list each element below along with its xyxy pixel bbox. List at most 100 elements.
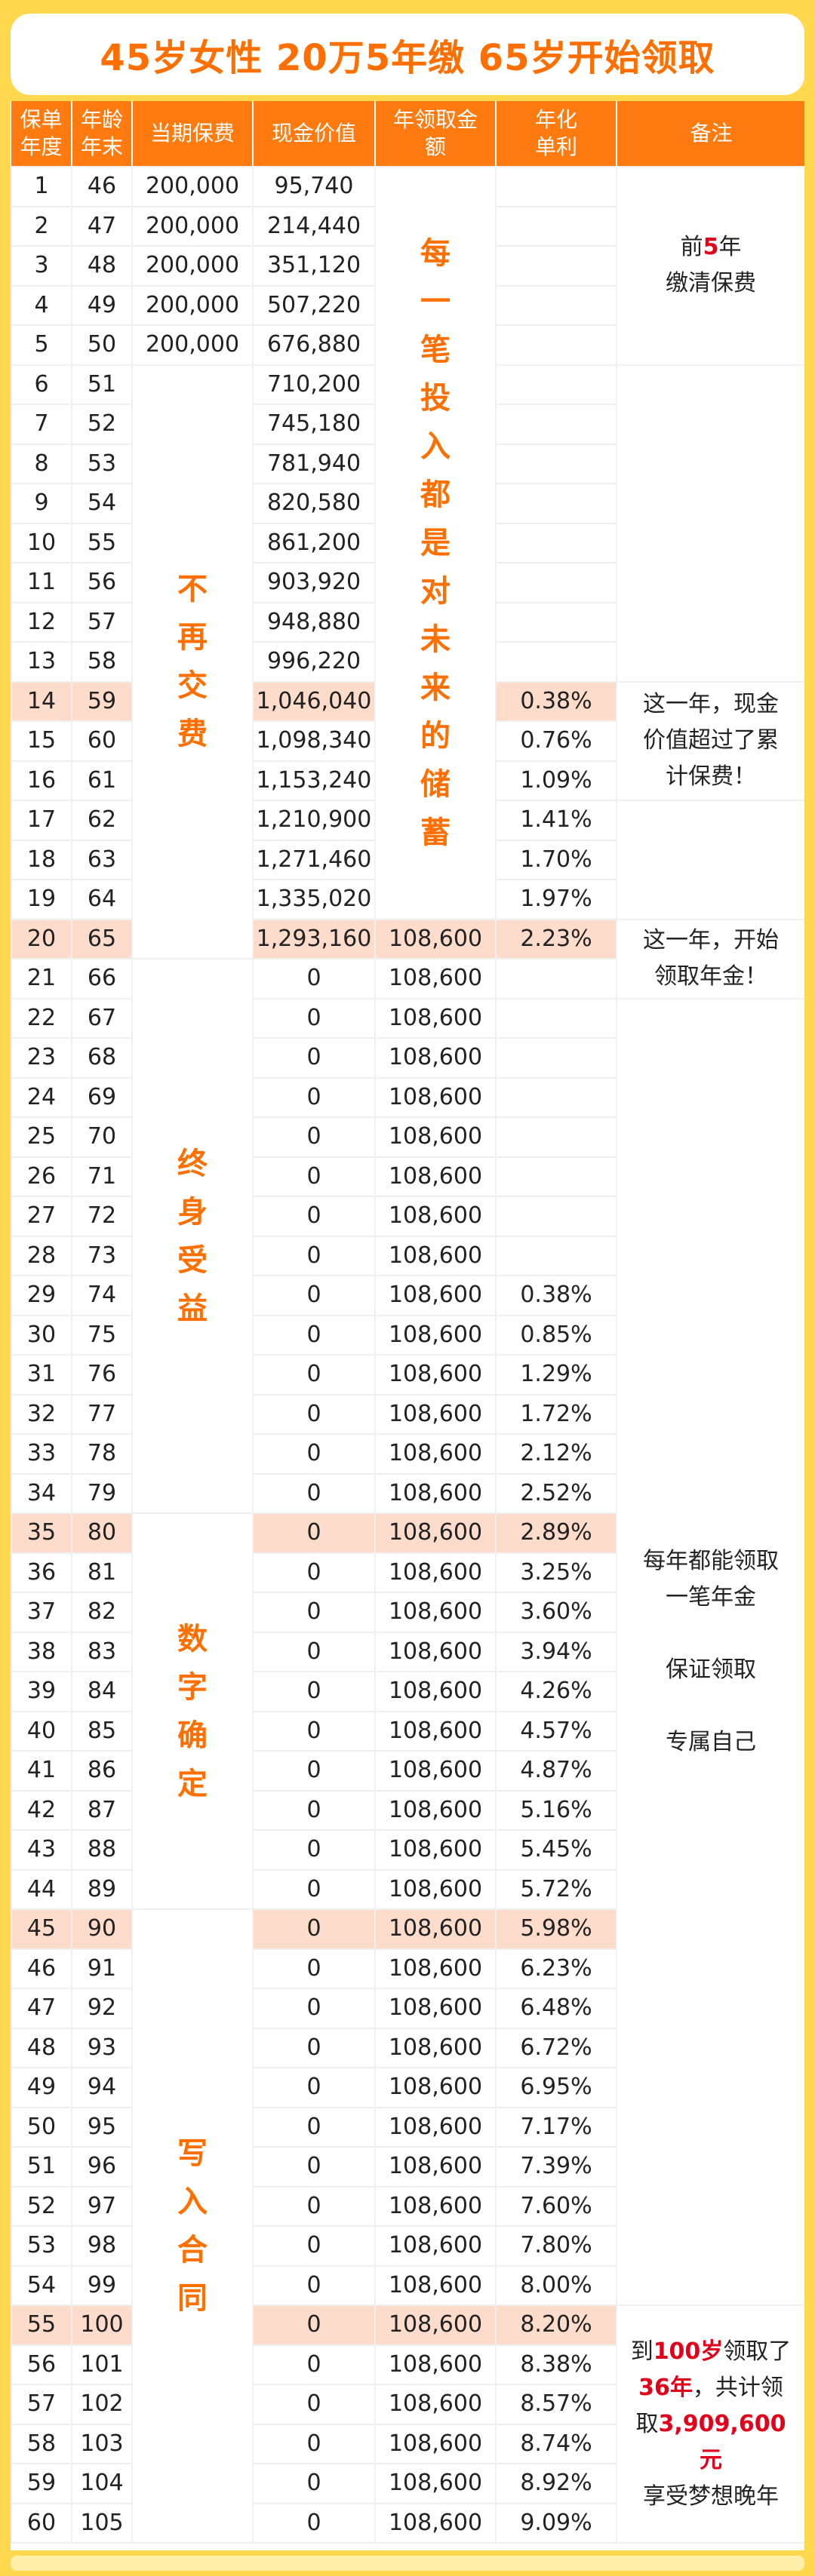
policy-year-cell: 4 [11,284,72,326]
annual-rate-cell: 7.39% [495,2146,617,2188]
cash-value-cell: 0 [252,1868,376,1910]
cash-value-cell: 0 [252,1829,376,1871]
annual-rate-cell: 3.60% [495,1592,617,1633]
policy-year-cell: 59 [11,2463,72,2504]
policy-year-cell: 2 [11,205,72,247]
age-cell: 56 [71,562,133,603]
annual-rate-cell: 1.97% [495,879,617,920]
age-cell: 92 [71,1988,133,2029]
age-cell: 49 [71,284,133,326]
policy-year-cell: 37 [11,1592,72,1633]
annual-payout-cell: 108,600 [374,1156,497,1197]
age-cell: 52 [71,404,133,445]
annual-rate-cell [495,284,617,326]
column-header-0: 保单 年度 [11,101,72,167]
cash-value-cell: 0 [252,1988,376,2029]
annual-payout-cell: 108,600 [374,2067,497,2108]
annual-payout-cell: 108,600 [374,1868,497,1910]
annual-rate-cell [495,205,617,247]
annual-payout-cell: 108,600 [374,918,497,959]
age-cell: 57 [71,601,133,643]
cash-value-cell: 903,920 [252,562,376,603]
age-cell: 67 [71,997,133,1039]
age-cell: 75 [71,1314,133,1356]
annual-payout-cell: 108,600 [374,1354,497,1395]
policy-year-cell: 29 [11,1275,72,1316]
age-cell: 81 [71,1552,133,1593]
column-header-1: 年龄 年末 [72,101,133,167]
note-cell [616,800,804,920]
age-cell: 68 [71,1037,133,1079]
cash-value-cell: 0 [252,1671,376,1712]
age-cell: 58 [71,641,133,683]
policy-year-cell: 48 [11,2027,72,2068]
age-cell: 74 [71,1275,133,1316]
annual-rate-cell: 6.48% [495,1988,617,2029]
age-cell: 104 [71,2463,133,2504]
policy-year-cell: 60 [11,2502,72,2544]
cash-value-cell: 0 [252,1552,376,1593]
annual-payout-cell: 108,600 [374,1671,497,1712]
age-cell: 99 [71,2264,133,2306]
policy-year-cell: 46 [11,1948,72,1989]
cash-value-cell: 0 [252,1710,376,1752]
policy-year-cell: 41 [11,1750,72,1792]
cash-value-cell: 0 [252,958,376,999]
age-cell: 65 [71,918,133,959]
cash-value-cell: 1,335,020 [252,879,376,920]
annual-payout-cell: 108,600 [374,2423,497,2464]
annual-rate-cell [495,601,617,643]
cash-value-cell: 214,440 [252,205,376,247]
age-cell: 50 [71,324,133,366]
annual-payout-cell: 108,600 [374,997,497,1039]
annual-rate-cell [495,1235,617,1276]
annual-rate-cell: 7.60% [495,2185,617,2227]
age-cell: 93 [71,2027,133,2068]
age-cell: 103 [71,2423,133,2464]
age-cell: 69 [71,1076,133,1118]
annual-rate-cell: 1.70% [495,839,617,880]
age-cell: 87 [71,1789,133,1831]
cash-value-cell: 0 [252,1116,376,1158]
policy-year-cell: 50 [11,2106,72,2148]
policy-year-cell: 30 [11,1314,72,1356]
age-cell: 55 [71,522,133,563]
annual-rate-cell: 6.23% [495,1948,617,1989]
cash-value-cell: 0 [252,1393,376,1435]
cash-value-cell: 0 [252,1275,376,1316]
age-cell: 51 [71,364,133,405]
policy-year-cell: 53 [11,2225,72,2267]
note-cell: 这一年，开始 领取年金！ [616,918,804,999]
policy-year-cell: 6 [11,364,72,405]
age-cell: 59 [71,680,133,722]
annual-payout-cell: 108,600 [374,2146,497,2188]
age-cell: 73 [71,1235,133,1276]
policy-year-cell: 38 [11,1631,72,1672]
cash-value-cell: 0 [252,1196,376,1237]
premium-group-label: 终身受益 [131,958,254,1514]
annual-rate-cell: 0.38% [495,1275,617,1316]
cash-value-cell: 0 [252,1750,376,1792]
cash-value-cell: 0 [252,2304,376,2346]
annual-payout-cell: 108,600 [374,1552,497,1593]
age-cell: 66 [71,958,133,999]
cash-value-cell: 0 [252,2027,376,2068]
policy-year-cell: 45 [11,1908,72,1950]
annual-rate-cell [495,1037,617,1079]
premium-cell: 200,000 [131,324,254,366]
note-cell: 这一年，现金 价值超过了累 计保费！ [616,680,804,801]
cash-value-cell: 861,200 [252,522,376,563]
annual-rate-cell [495,1196,617,1237]
policy-year-cell: 55 [11,2304,72,2346]
annual-rate-cell: 2.12% [495,1433,617,1475]
cash-value-cell: 0 [252,1433,376,1475]
policy-year-cell: 11 [11,562,72,603]
benefit-table-container: 保单 年度 年龄 年末 当期保费 现金价值 年领取金额年化 单利 备注 1 46 200,000 95… [11,101,804,2550]
annual-rate-cell [495,324,617,366]
table-row: 1 46 200,000 95,740 每一笔投入都是对未来的储蓄前5年 缴清保费 [11,166,804,920]
policy-year-cell: 32 [11,1393,72,1435]
policy-year-cell: 19 [11,879,72,920]
age-cell: 84 [71,1671,133,1712]
annual-rate-cell [495,443,617,484]
cash-value-cell: 0 [252,1512,376,1554]
